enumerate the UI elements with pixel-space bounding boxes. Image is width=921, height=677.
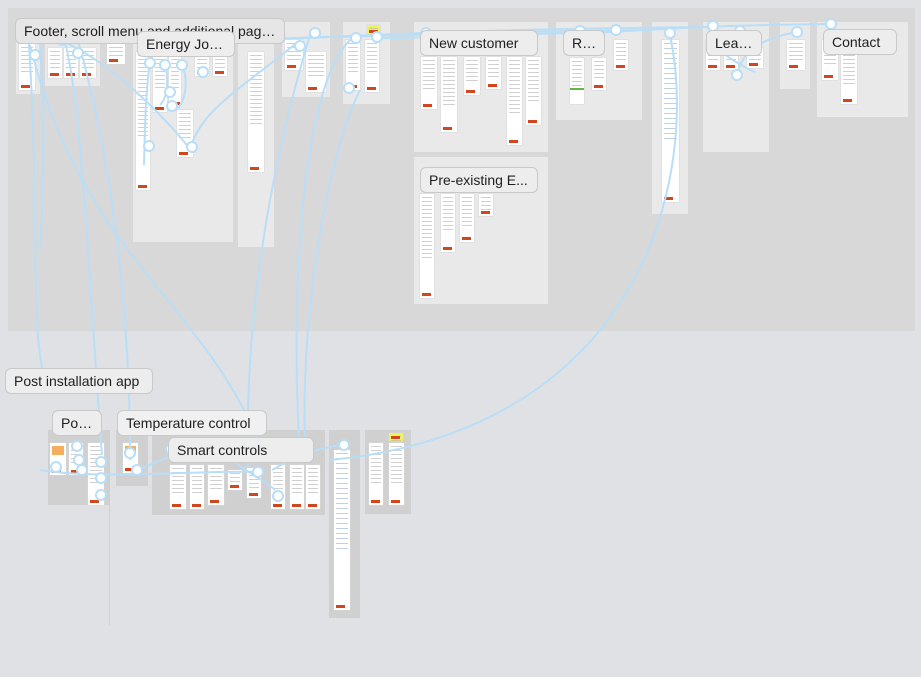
section-label-raf[interactable]: RAF	[563, 30, 605, 56]
section-label-energy-journey[interactable]: Energy Journey	[137, 31, 235, 57]
section-label-pre-existing[interactable]: Pre-existing E...	[420, 167, 538, 193]
section-label-leads[interactable]: Leads	[706, 30, 762, 56]
section-label-contact[interactable]: Contact	[823, 29, 897, 55]
section-label-smart-controls[interactable]: Smart controls	[168, 437, 314, 463]
prototype-flow-connectors	[27, 18, 837, 502]
section-label-post-installation[interactable]: Post installation app	[5, 368, 153, 394]
section-label-temperature-control[interactable]: Temperature control	[117, 410, 267, 436]
section-label-pos[interactable]: Pos...	[52, 410, 102, 436]
section-label-new-customer[interactable]: New customer	[420, 30, 538, 56]
